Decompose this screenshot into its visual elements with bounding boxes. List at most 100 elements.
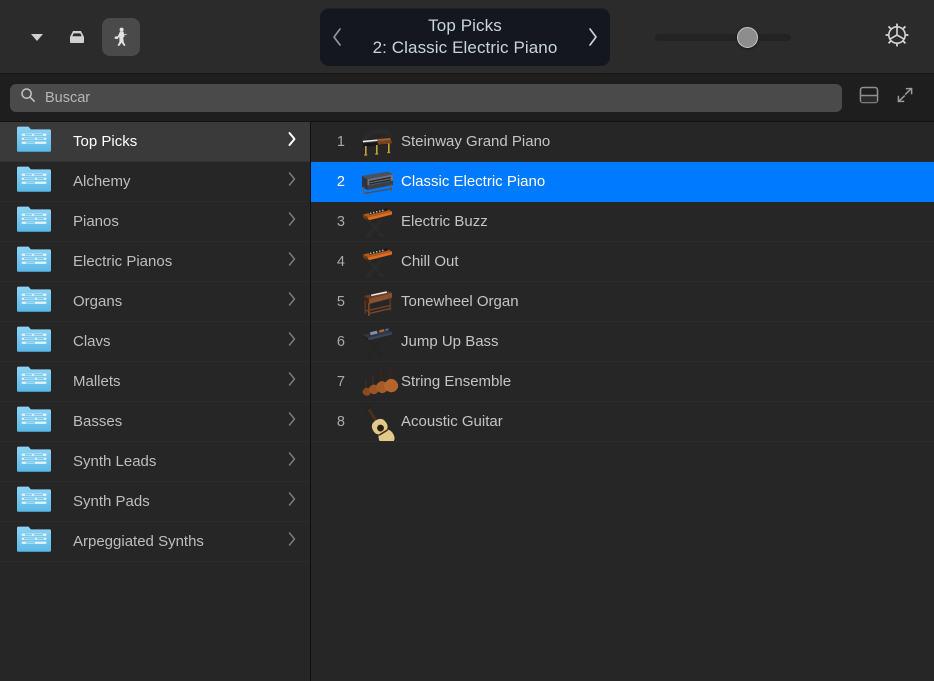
toolbar-left-buttons [0,18,140,56]
main-body: Top Picks Alchemy Pianos Electric Pianos Org… [0,122,934,681]
settings-button[interactable] [882,22,912,52]
sidebar-item-chevron[interactable] [286,210,298,233]
electric-piano-icon [353,165,401,199]
search-field[interactable] [10,84,842,112]
sidebar-item-label: Arpeggiated Synths [73,533,286,550]
chevron-right-icon [286,130,298,153]
patch-number: 2 [311,174,353,190]
sidebar-item-label: Basses [73,413,286,430]
folder-icon [14,444,54,479]
library-tray-button[interactable] [62,22,92,52]
sidebar-item-chevron[interactable] [286,330,298,353]
patch-number: 5 [311,294,353,310]
patch-number: 4 [311,254,353,270]
tray-icon [65,25,89,49]
patch-name: Tonewheel Organ [401,293,934,310]
sidebar-item-alchemy[interactable]: Alchemy [0,162,310,202]
patch-number: 7 [311,374,353,390]
chevron-right-icon [286,530,298,553]
sidebar-item-chevron[interactable] [286,450,298,473]
chevron-right-icon [286,410,298,433]
disclosure-triangle-button[interactable] [22,22,52,52]
folder-icon [14,204,54,239]
folder-icon [14,164,54,199]
sidebar-item-basses[interactable]: Basses [0,402,310,442]
sidebar-item-label: Synth Pads [73,493,286,510]
sidebar-item-chevron[interactable] [286,410,298,433]
sidebar-item-chevron[interactable] [286,130,298,153]
sidebar-item-arpeggiated-synths[interactable]: Arpeggiated Synths [0,522,310,562]
guitarist-icon [109,25,133,49]
display-patch-name: 2: Classic Electric Piano [354,37,576,59]
sidebar-item-organs[interactable]: Organs [0,282,310,322]
search-row [0,74,934,122]
patch-list: 1Steinway Grand Piano 2 Classic Electric P… [311,122,934,681]
collapse-button[interactable] [894,85,916,110]
strings-icon [353,363,401,401]
patch-row[interactable]: 8Acoustic Guitar [311,402,934,442]
search-icon [20,87,36,108]
patch-row[interactable]: 7String Ensemble [311,362,934,402]
folder-icon [14,524,54,559]
patch-row[interactable]: 1Steinway Grand Piano [311,122,934,162]
sidebar-item-chevron[interactable] [286,250,298,273]
folder-icon [14,484,54,519]
triangle-down-icon [27,27,47,47]
sidebar-item-label: Pianos [73,213,286,230]
folder-icon [14,364,54,399]
chevron-right-icon [286,370,298,393]
sidebar-item-label: Clavs [73,333,286,350]
sidebar-item-label: Alchemy [73,173,286,190]
sidebar-item-label: Organs [73,293,286,310]
folder-icon [14,124,54,159]
acoustic-guitar-icon [353,403,401,441]
sidebar-item-label: Synth Leads [73,453,286,470]
patch-row[interactable]: 4 Chill Out [311,242,934,282]
chevron-right-icon [286,330,298,353]
gear-icon [883,21,911,54]
sidebar-item-pianos[interactable]: Pianos [0,202,310,242]
split-view-icon [858,85,880,110]
synth-dark-icon [353,324,401,360]
sidebar-item-clavs[interactable]: Clavs [0,322,310,362]
sidebar-item-chevron[interactable] [286,170,298,193]
slider-knob[interactable] [737,27,758,48]
sidebar-item-synth-leads[interactable]: Synth Leads [0,442,310,482]
folder-icon [14,324,54,359]
patch-row[interactable]: 5 Tonewheel Organ [311,282,934,322]
chevron-right-icon [286,170,298,193]
patch-row[interactable]: 2 Classic Electric Piano [311,162,934,202]
patch-number: 6 [311,334,353,350]
chevron-right-icon [286,290,298,313]
sidebar-item-electric-pianos[interactable]: Electric Pianos [0,242,310,282]
search-input[interactable] [45,90,832,106]
previous-patch-button[interactable] [320,8,354,66]
patch-name: Electric Buzz [401,213,934,230]
sidebar-item-chevron[interactable] [286,530,298,553]
synth-keyboard-icon [353,204,401,240]
sidebar-item-chevron[interactable] [286,490,298,513]
patch-row[interactable]: 6Jump Up Bass [311,322,934,362]
patch-display-text: Top Picks 2: Classic Electric Piano [354,15,576,59]
category-sidebar: Top Picks Alchemy Pianos Electric Pianos Org… [0,122,311,681]
volume-slider[interactable] [655,27,791,47]
synth-keyboard-icon [353,244,401,280]
performer-view-button[interactable] [102,18,140,56]
folder-icon [14,404,54,439]
sidebar-item-chevron[interactable] [286,290,298,313]
split-view-button[interactable] [858,85,880,110]
sidebar-item-mallets[interactable]: Mallets [0,362,310,402]
grand-piano-icon [353,125,401,159]
sidebar-item-synth-pads[interactable]: Synth Pads [0,482,310,522]
next-patch-button[interactable] [576,8,610,66]
patch-name: Chill Out [401,253,934,270]
patch-row[interactable]: 3Electric Buzz [311,202,934,242]
tonewheel-organ-icon [353,285,401,319]
patch-name: Classic Electric Piano [401,173,934,190]
sidebar-item-label: Mallets [73,373,286,390]
patch-display: Top Picks 2: Classic Electric Piano [320,8,610,66]
sidebar-item-top-picks[interactable]: Top Picks [0,122,310,162]
sidebar-item-chevron[interactable] [286,370,298,393]
chevron-right-icon [286,490,298,513]
patch-library-window: Top Picks 2: Classic Electric Piano [0,0,934,681]
